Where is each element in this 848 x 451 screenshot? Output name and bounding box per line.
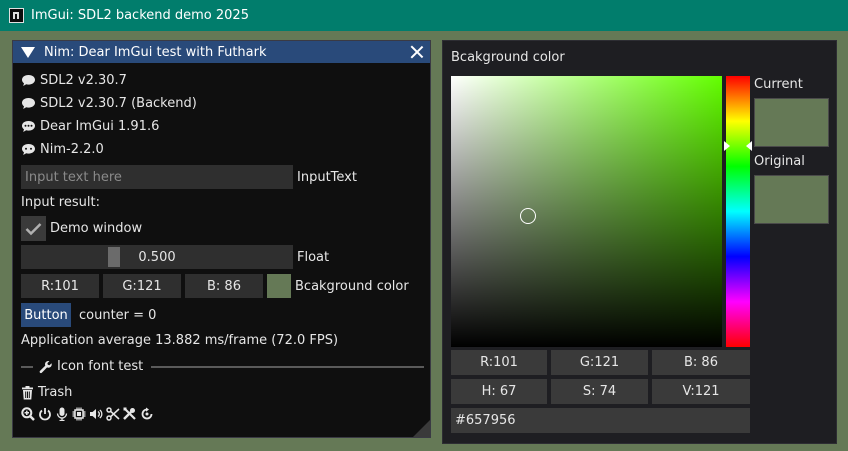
demo-window-checkbox-row: Demo window [21,216,142,241]
tools-icon [123,407,136,420]
input-text-row: Input text here InputText [21,165,357,189]
imgui-button-label: Button [24,307,68,323]
icon-font-row [21,407,154,421]
resize-grip[interactable] [413,420,430,437]
current-label: Current [754,77,803,92]
close-icon[interactable] [410,45,424,59]
float-slider[interactable]: 0.500 [21,245,293,269]
picker-v-value: V:121 [682,384,720,399]
version-line: Dear ImGui 1.91.6 [21,119,159,134]
picker-v-field[interactable]: V:121 [652,379,750,404]
slider-grab[interactable] [108,247,120,267]
comment-dots-icon [21,143,36,156]
picker-b-value: B: 86 [684,355,718,370]
rotate-icon [141,407,153,420]
float-slider-value: 0.500 [138,249,176,265]
original-label: Original [754,154,805,169]
input-placeholder: Input text here [25,169,122,185]
color-g-value: G:121 [122,278,162,294]
color-b-value: B: 86 [207,278,241,294]
picker-g-value: G:121 [579,355,620,370]
version-text: SDL2 v2.30.7 [40,73,127,88]
chip-icon [72,407,86,421]
input-result-row: Input result: [21,195,100,210]
color-r-field[interactable]: R:101 [21,274,99,298]
separator-line [21,365,33,368]
picker-b-field[interactable]: B: 86 [652,350,750,375]
version-text: Nim-2.2.0 [40,142,104,157]
color-edit-row: R:101 G:121 B: 86 Bcakground color [21,274,409,298]
picker-r-field[interactable]: R:101 [451,350,547,375]
version-line: SDL2 v2.30.7 [21,73,127,88]
picker-r-value: R:101 [480,355,518,370]
hue-arrow-right-icon [746,141,752,151]
power-icon [39,408,51,421]
color-picker-popup: Bcakground color Current Original R:101 … [442,40,837,444]
sv-cursor[interactable] [520,208,536,224]
trash-row: Trash [21,385,72,400]
color-swatch-button[interactable] [267,274,291,298]
collapse-arrow-icon[interactable] [21,46,35,58]
os-window-title: ImGui: SDL2 backend demo 2025 [31,8,249,23]
demo-window: Nim: Dear ImGui test with Futhark SDL2 v… [12,40,431,438]
wrench-icon [39,360,52,373]
scissors-icon [106,407,120,421]
fps-row: Application average 13.882 ms/frame (72.… [21,333,338,348]
microphone-icon [56,407,68,421]
hue-bar[interactable] [726,76,750,347]
float-slider-label: Float [297,249,330,265]
counter-text: counter = 0 [79,307,157,323]
checkmark-icon [25,222,42,235]
color-g-field[interactable]: G:121 [103,274,181,298]
imgui-button[interactable]: Button [21,303,71,327]
color-r-value: R:101 [41,278,79,294]
color-picker-title: Bcakground color [451,50,565,65]
fps-text: Application average 13.882 ms/frame (72.… [21,333,339,348]
color-b-field[interactable]: B: 86 [185,274,263,298]
hue-arrow-left-icon [724,141,730,151]
demo-window-title: Nim: Dear ImGui test with Futhark [44,44,267,60]
color-edit-label: Bcakground color [295,278,409,294]
trash-icon [22,385,33,399]
app-icon [9,8,24,23]
input-result-label: Input result: [21,195,100,210]
demo-window-checkbox-label: Demo window [50,221,143,236]
picker-hex-field[interactable]: #657956 [451,408,750,433]
picker-g-field[interactable]: G:121 [551,350,648,375]
search-plus-icon [21,407,35,421]
version-text: SDL2 v2.30.7 (Backend) [40,96,197,111]
icon-font-separator: Icon font test [21,359,424,374]
icon-font-label: Icon font test [57,359,144,374]
version-line: SDL2 v2.30.7 (Backend) [21,96,197,111]
picker-h-value: H: 67 [481,384,517,399]
separator-line [151,365,424,368]
saturation-value-square[interactable] [451,76,722,347]
input-text-field[interactable]: Input text here [21,165,293,189]
version-text: Dear ImGui 1.91.6 [40,119,160,134]
picker-h-field[interactable]: H: 67 [451,379,547,404]
input-text-label: InputText [297,169,357,185]
picker-hex-value: #657956 [455,413,516,428]
version-line: Nim-2.2.0 [21,142,104,157]
comments-icon [21,120,36,133]
current-color-swatch [754,98,829,147]
trash-label: Trash [38,385,73,400]
os-title-bar[interactable]: ImGui: SDL2 backend demo 2025 [0,0,848,31]
button-row: Button counter = 0 [21,303,156,327]
demo-window-checkbox[interactable] [21,216,46,241]
demo-window-title-bar[interactable]: Nim: Dear ImGui test with Futhark [13,41,430,63]
comment-icon [21,97,36,110]
float-slider-row: 0.500 Float [21,245,329,269]
original-color-swatch[interactable] [754,175,829,224]
comment-icon [21,74,36,87]
volume-icon [90,409,103,419]
picker-s-field[interactable]: S: 74 [551,379,648,404]
picker-s-value: S: 74 [582,384,617,399]
